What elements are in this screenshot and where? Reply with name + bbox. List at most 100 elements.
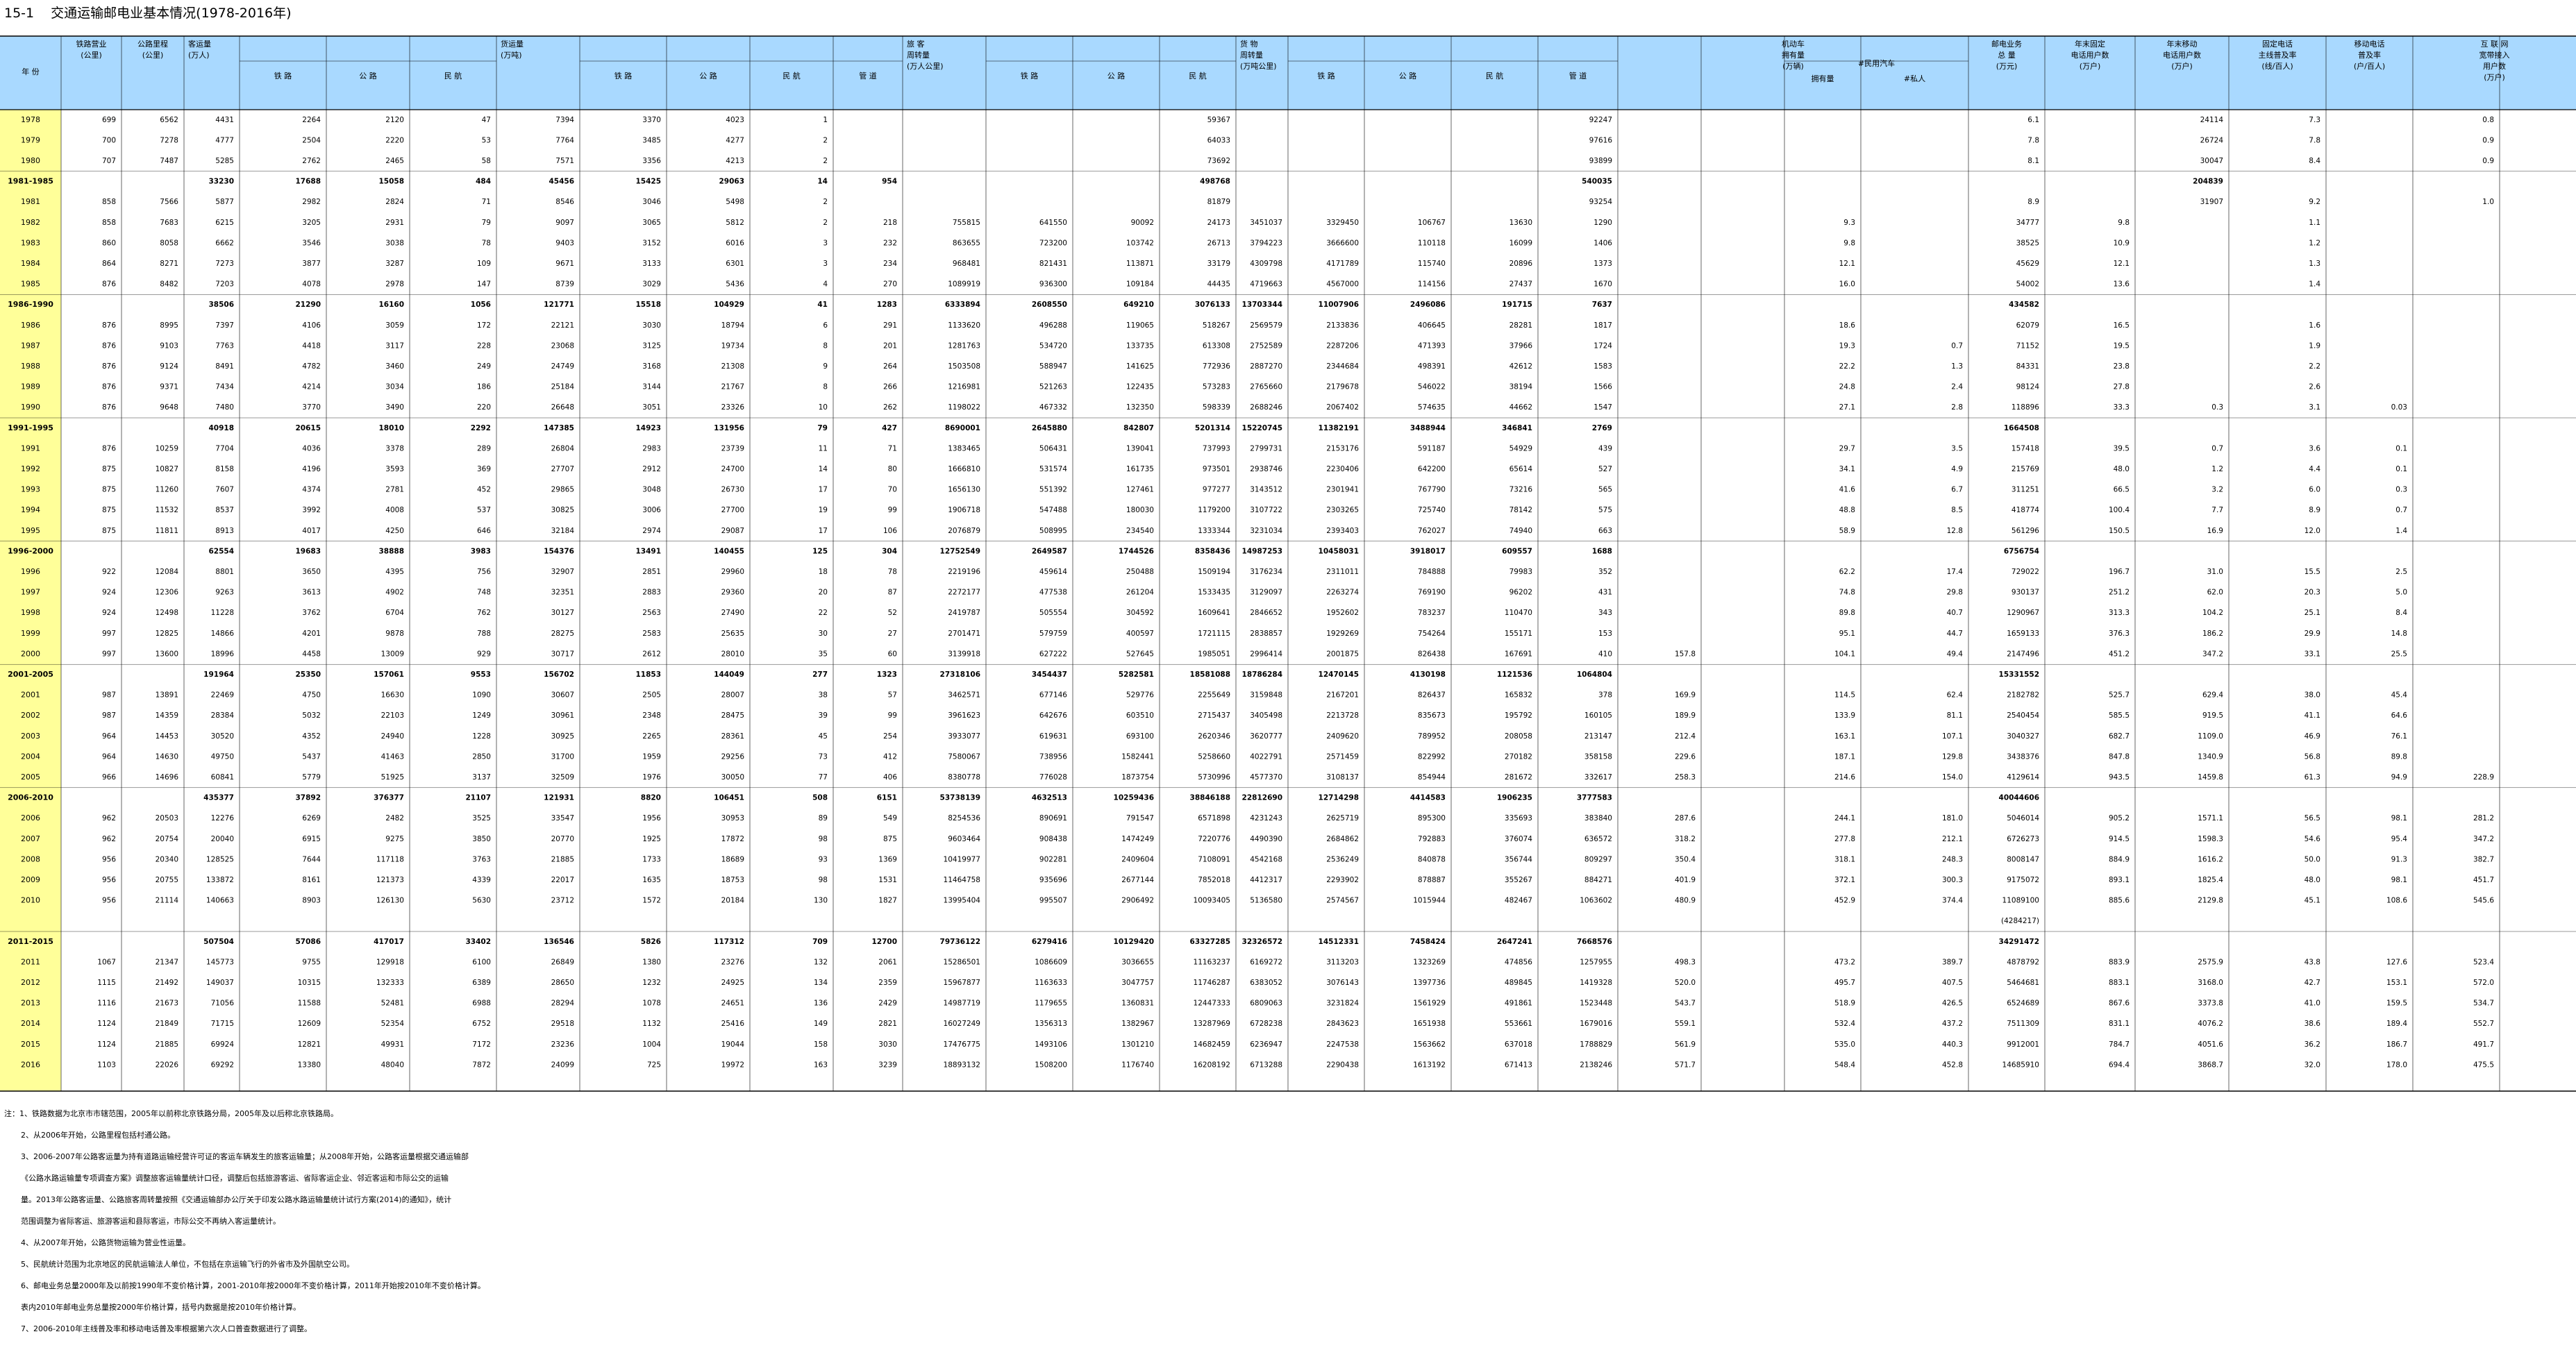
year-cell: 2003 xyxy=(21,732,40,741)
header-vehicles: 拥有量 xyxy=(1782,50,1805,60)
data-cell: 106451 xyxy=(714,794,744,802)
data-cell: 729022 xyxy=(2012,568,2039,576)
data-cell: 9371 xyxy=(160,383,178,391)
data-cell: 571.7 xyxy=(1675,1061,1696,1069)
data-cell: 2153176 xyxy=(1326,444,1359,453)
data-cell: 700 xyxy=(102,136,116,144)
data-cell: 33179 xyxy=(1207,260,1230,268)
data-cell: 2138246 xyxy=(1580,1061,1612,1069)
data-cell: 2912 xyxy=(642,465,661,473)
data-cell: 50.0 xyxy=(2305,855,2320,863)
data-cell: 332617 xyxy=(1584,773,1612,782)
data-cell: 214.6 xyxy=(1834,773,1855,782)
data-cell: 2292 xyxy=(471,424,491,432)
data-cell: 14987253 xyxy=(1242,547,1282,555)
data-cell: 401.9 xyxy=(1675,876,1696,884)
data-cell: 196.7 xyxy=(2109,568,2130,576)
data-cell: 2359 xyxy=(878,979,897,987)
data-cell: 12609 xyxy=(298,1020,321,1028)
data-cell: 93 xyxy=(819,855,828,863)
data-cell: 3329450 xyxy=(1326,219,1359,227)
year-cell: 1997 xyxy=(21,588,40,597)
data-cell: 29518 xyxy=(551,1020,574,1028)
data-cell: 1064804 xyxy=(1577,670,1612,679)
data-cell: 748 xyxy=(477,589,491,597)
data-cell: 181.0 xyxy=(1942,814,1963,822)
data-cell: 924 xyxy=(102,589,116,597)
year-cell: 2015 xyxy=(21,1040,40,1049)
data-cell: 149037 xyxy=(206,979,234,987)
data-cell: 1827 xyxy=(878,897,897,905)
data-cell: 5032 xyxy=(302,711,321,720)
data-cell: 4277 xyxy=(726,136,744,144)
data-cell: 603510 xyxy=(1126,711,1154,720)
data-cell: 38506 xyxy=(208,301,234,309)
data-cell: 304 xyxy=(882,547,897,555)
data-cell: 875 xyxy=(102,465,116,473)
data-cell: 77 xyxy=(819,773,828,782)
data-cell: 637018 xyxy=(1505,1040,1532,1049)
header-mobile-penetration: 移动电话 xyxy=(2355,40,2385,49)
data-cell: 5877 xyxy=(215,198,234,206)
data-cell: 130 xyxy=(814,897,828,905)
data-cell: 417017 xyxy=(374,938,404,946)
data-cell: 378 xyxy=(1598,691,1612,700)
data-cell: 4777 xyxy=(215,136,234,144)
data-cell: 22121 xyxy=(551,321,574,330)
data-cell: 24114 xyxy=(2200,116,2224,124)
year-cell: 1985 xyxy=(21,280,40,289)
data-cell: 10315 xyxy=(298,979,321,987)
data-cell: 39 xyxy=(819,711,828,720)
data-cell: 1976 xyxy=(642,773,661,782)
data-cell: 18 xyxy=(819,568,828,576)
data-cell: 38194 xyxy=(1509,383,1533,391)
year-cell: 1981 xyxy=(21,197,40,206)
data-cell: 1825.4 xyxy=(2198,876,2223,884)
data-cell: 5436 xyxy=(726,280,744,289)
data-cell: 20503 xyxy=(156,814,178,822)
data-cell: 58 xyxy=(482,157,491,165)
data-cell: 452 xyxy=(477,486,491,494)
data-cell: 1397736 xyxy=(1413,979,1446,987)
data-cell: 1216981 xyxy=(948,383,980,391)
data-cell: 220 xyxy=(477,403,491,412)
data-cell: 507504 xyxy=(203,938,234,946)
data-cell: 12276 xyxy=(211,814,235,822)
data-cell: 28294 xyxy=(551,999,575,1008)
year-cell: 1984 xyxy=(21,259,40,268)
data-cell: 28650 xyxy=(551,979,574,987)
data-cell: 1056 xyxy=(471,301,491,309)
data-cell: 3485 xyxy=(642,136,661,144)
year-cell: 1979 xyxy=(21,135,40,144)
data-cell: 78142 xyxy=(1509,506,1532,514)
data-cell: 49.4 xyxy=(1947,650,1964,658)
data-cell: 34777 xyxy=(2016,219,2039,227)
data-cell: 73 xyxy=(819,752,828,761)
header-freight-volume-sub: 民 航 xyxy=(783,71,801,81)
data-cell: 15058 xyxy=(378,178,404,186)
data-cell: 21114 xyxy=(156,897,179,905)
data-cell: 671413 xyxy=(1505,1061,1532,1069)
data-cell: 153.1 xyxy=(2386,979,2407,987)
note-line: 量。2013年公路客运量、公路旅客周转量按照《交通运输部办公厅关于印发公路水路运… xyxy=(21,1195,452,1204)
data-cell: 663 xyxy=(1598,527,1612,535)
data-cell: 572.0 xyxy=(2473,979,2494,987)
data-cell: 418774 xyxy=(2012,506,2039,514)
data-cell: 495.7 xyxy=(1834,979,1855,987)
data-cell: 3036655 xyxy=(1121,958,1154,966)
data-cell: 1598.3 xyxy=(2198,835,2223,843)
data-cell: 109184 xyxy=(1126,280,1154,289)
data-cell: 1124 xyxy=(97,1040,116,1049)
data-cell: 34.1 xyxy=(1839,465,1855,473)
data-cell: 145773 xyxy=(206,958,234,966)
data-cell: 3.5 xyxy=(1951,444,1963,453)
data-cell: 15518 xyxy=(635,301,661,309)
data-cell: 155171 xyxy=(1505,630,1532,638)
data-cell: 21347 xyxy=(156,958,178,966)
data-cell: 547488 xyxy=(1039,506,1067,514)
data-cell: 33547 xyxy=(551,814,574,822)
data-cell: 2429 xyxy=(878,999,897,1008)
data-cell: 962 xyxy=(102,835,116,843)
data-cell: 406 xyxy=(883,773,897,782)
data-cell: 3460 xyxy=(385,362,404,371)
